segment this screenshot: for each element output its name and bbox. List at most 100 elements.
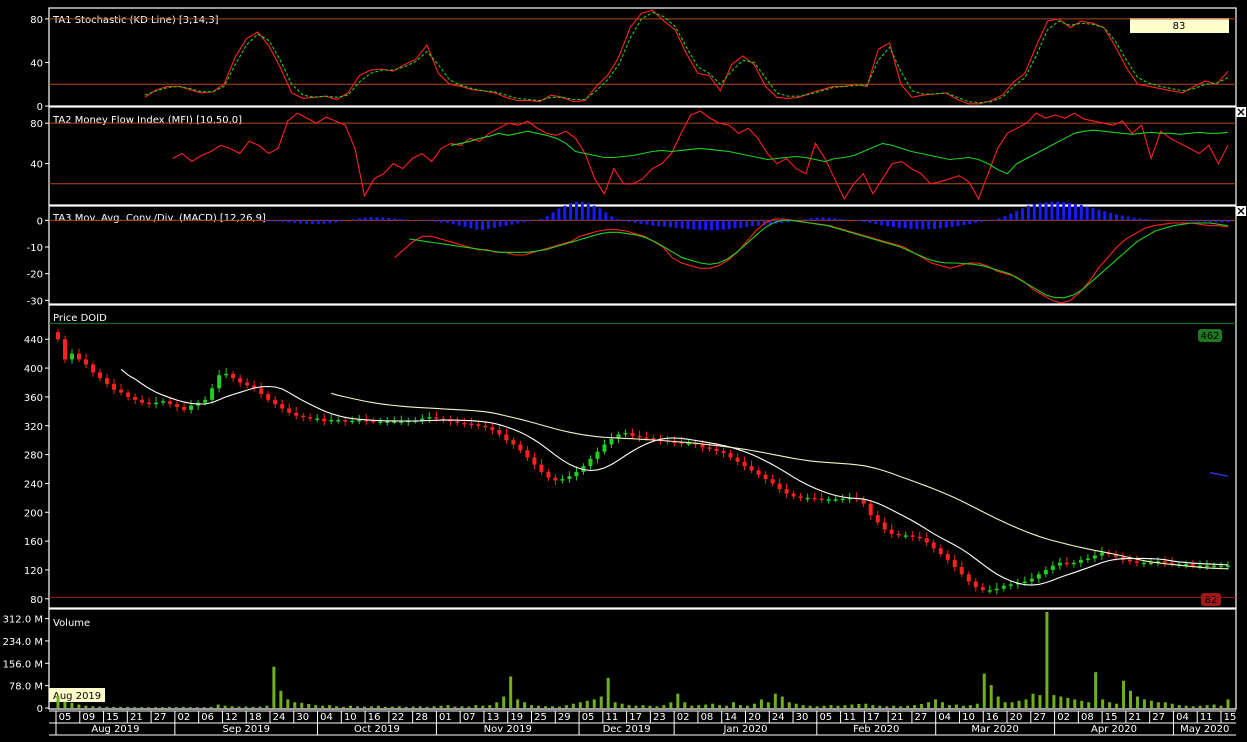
volume-bar bbox=[1045, 612, 1049, 708]
y-tick-label: 0 bbox=[37, 216, 43, 227]
volume-bar bbox=[1135, 696, 1139, 708]
candle-body bbox=[1162, 561, 1167, 563]
x-tick-label: 13 bbox=[487, 712, 500, 723]
x-tick-label: 11 bbox=[605, 712, 618, 723]
volume-bar bbox=[871, 705, 875, 708]
volume-bar bbox=[481, 705, 485, 708]
volume-bar bbox=[126, 706, 130, 708]
volume-bar bbox=[1156, 702, 1160, 708]
candle-body bbox=[301, 415, 306, 418]
volume-bar bbox=[1142, 699, 1146, 708]
volume-bar bbox=[934, 699, 937, 708]
close-icon[interactable] bbox=[1236, 107, 1246, 117]
candle-body bbox=[462, 422, 467, 425]
volume-bar bbox=[1129, 690, 1132, 708]
volume-bar bbox=[300, 702, 304, 708]
volume-bar bbox=[669, 702, 673, 708]
volume-bar bbox=[711, 703, 715, 708]
month-label: Apr 2020 bbox=[1091, 724, 1137, 735]
volume-bar bbox=[1226, 699, 1230, 708]
volume-bar bbox=[286, 699, 290, 708]
month-label: Oct 2019 bbox=[354, 724, 400, 735]
volume-bar bbox=[369, 706, 373, 708]
stochastic-readout: 83 bbox=[1173, 21, 1186, 32]
volume-bar bbox=[808, 705, 812, 708]
volume-bar bbox=[1087, 702, 1091, 708]
volume-bar bbox=[411, 706, 415, 708]
volume-bar bbox=[314, 705, 318, 708]
x-tick-label: 27 bbox=[915, 712, 928, 723]
volume-bar bbox=[1163, 702, 1167, 708]
candle-body bbox=[700, 444, 705, 448]
volume-bar bbox=[787, 702, 791, 708]
candle-body bbox=[1204, 565, 1209, 568]
volume-bar bbox=[251, 706, 255, 708]
candle-body bbox=[1022, 581, 1027, 583]
volume-bar bbox=[892, 705, 896, 708]
volume-bar bbox=[989, 685, 993, 708]
volume-bar bbox=[167, 706, 171, 708]
x-tick-label: 02 bbox=[1057, 712, 1070, 723]
volume-bar bbox=[335, 706, 339, 708]
candle-body bbox=[721, 450, 726, 454]
volume-bar bbox=[112, 706, 116, 708]
candle-body bbox=[707, 447, 712, 449]
x-tick-label: 10 bbox=[344, 712, 357, 723]
volume-bar bbox=[258, 706, 262, 708]
volume-bar bbox=[544, 706, 547, 708]
volume-bar bbox=[975, 703, 979, 708]
candle-body bbox=[84, 359, 89, 365]
volume-bar bbox=[801, 705, 805, 708]
macd-signal-line bbox=[409, 219, 1229, 299]
candle-body bbox=[1092, 555, 1097, 559]
candle-body bbox=[315, 418, 320, 421]
candle-body bbox=[973, 581, 978, 588]
candle-body bbox=[532, 457, 537, 465]
close-icon[interactable] bbox=[1236, 206, 1246, 216]
candle-body bbox=[1127, 559, 1132, 562]
stochastic-title: TA1 Stochastic (KD Line) [3,14,3] bbox=[52, 15, 219, 26]
candle-body bbox=[1064, 562, 1069, 565]
price-high-label: 462 bbox=[1200, 331, 1219, 342]
x-tick-label: 07 bbox=[463, 712, 476, 723]
volume-bar bbox=[947, 705, 951, 708]
volume-bar bbox=[439, 705, 443, 708]
candle-body bbox=[490, 427, 495, 431]
y-tick-label: 234.0 M bbox=[3, 637, 43, 648]
candle-body bbox=[931, 542, 936, 549]
volume-bar bbox=[265, 705, 269, 708]
candle-body bbox=[1190, 564, 1195, 566]
y-tick-label: 160 bbox=[24, 537, 43, 548]
candle-body bbox=[1148, 562, 1153, 565]
volume-bar bbox=[732, 702, 736, 708]
volume-bar bbox=[557, 706, 561, 708]
mfi-title: TA2 Money Flow Index (MFI) [10,50,0] bbox=[52, 115, 242, 126]
volume-bar bbox=[899, 706, 903, 708]
volume-bar bbox=[1205, 705, 1209, 708]
candle-body bbox=[637, 435, 642, 438]
candle-body bbox=[840, 498, 845, 501]
candle-body bbox=[1226, 565, 1230, 568]
volume-bar bbox=[91, 706, 95, 708]
x-tick-label: 29 bbox=[558, 712, 571, 723]
volume-bar bbox=[1177, 705, 1181, 708]
cursor-date-label: Aug 2019 bbox=[53, 691, 101, 702]
volume-bar bbox=[690, 705, 694, 708]
volume-bar bbox=[1170, 703, 1174, 708]
volume-bar bbox=[154, 707, 157, 708]
volume-bar bbox=[634, 705, 638, 708]
y-tick-label: 360 bbox=[24, 393, 43, 404]
mfi-signal-line bbox=[450, 129, 1229, 175]
month-label: Mar 2020 bbox=[971, 724, 1019, 735]
candle-body bbox=[371, 420, 376, 423]
candle-body bbox=[882, 522, 887, 530]
candle-body bbox=[959, 567, 964, 575]
volume-bar bbox=[606, 677, 610, 708]
candle-body bbox=[728, 453, 733, 458]
stock-chart[interactable]: TA1 Stochastic (KD Line) [3,14,3] TA2 Mo… bbox=[0, 0, 1247, 742]
volume-bar bbox=[272, 666, 276, 708]
candle-body bbox=[224, 373, 229, 376]
month-label: Nov 2019 bbox=[484, 724, 532, 735]
price-low-label: 82 bbox=[1205, 595, 1218, 606]
y-tick-label: 156.0 M bbox=[3, 659, 43, 670]
